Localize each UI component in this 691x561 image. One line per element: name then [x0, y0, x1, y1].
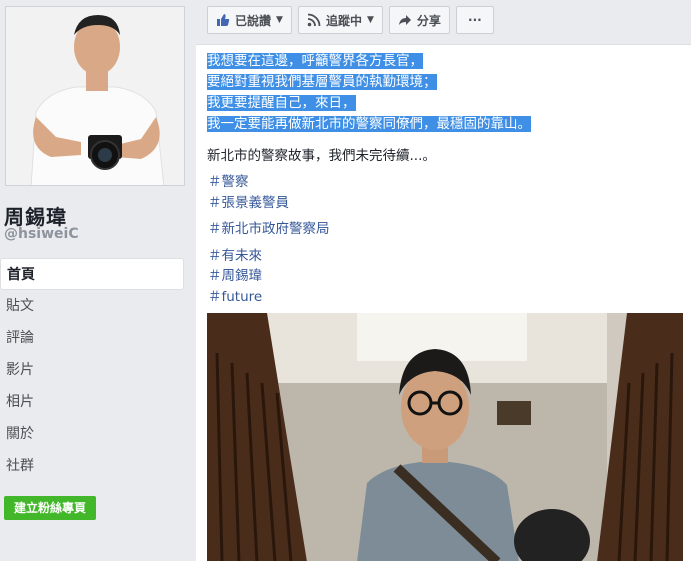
highlighted-line: 我想要在這邊，呼籲警界各方長官，: [207, 53, 423, 69]
hashtag-link[interactable]: ＃新北市政府警察局: [208, 217, 330, 237]
rss-icon: [307, 13, 321, 27]
post-paragraph: 新北市的警察故事，我們未完待續...。: [207, 148, 436, 164]
more-options-button[interactable]: ···: [455, 6, 494, 34]
create-page-button[interactable]: 建立粉絲專頁: [4, 496, 97, 520]
like-button[interactable]: 已說讚 ▼: [207, 6, 292, 34]
highlighted-line: 我更要提醒自己，來日，: [207, 95, 356, 111]
hashtag-link[interactable]: ＃周錫瑋: [208, 264, 262, 284]
post-card: 我想要在這邊，呼籲警界各方長官， 要絕對重視我們基層警員的執勤環境； 我更要提醒…: [196, 44, 691, 561]
hashtag-link[interactable]: ＃警察: [208, 170, 249, 190]
hashtag-link[interactable]: ＃有未來: [208, 244, 262, 264]
nav-item-home[interactable]: 首頁: [0, 258, 184, 290]
nav-item-posts[interactable]: 貼文: [0, 290, 184, 322]
page-action-bar: 已說讚 ▼ 追蹤中 ▼ 分享 ···: [207, 6, 494, 34]
highlighted-line: 要絕對重視我們基層警員的執勤環境；: [207, 74, 437, 90]
page-nav: 首頁 貼文 評論 影片 相片 關於 社群: [0, 258, 184, 482]
highlighted-line: 我一定要能再做新北市的警察同僚們，最穩固的靠山。: [207, 116, 531, 132]
follow-button-label: 追蹤中: [325, 13, 362, 28]
thumbs-up-icon: [216, 13, 230, 27]
nav-item-community[interactable]: 社群: [0, 450, 184, 482]
chevron-down-icon: ▼: [366, 15, 374, 25]
nav-item-photos[interactable]: 相片: [0, 386, 184, 418]
nav-item-videos[interactable]: 影片: [0, 354, 184, 386]
hashtag-link[interactable]: ＃張景義警員: [208, 191, 289, 211]
share-button-label: 分享: [416, 13, 441, 28]
post-photo[interactable]: [207, 313, 683, 561]
nav-item-reviews[interactable]: 評論: [0, 322, 184, 354]
left-column: 周錫瑋 @hsiweiC 首頁 貼文 評論 影片 相片 關於 社群 建立粉絲專頁: [0, 0, 194, 561]
share-button[interactable]: 分享: [388, 6, 450, 34]
like-button-label: 已說讚: [235, 13, 272, 28]
share-arrow-icon: [398, 13, 412, 27]
page-handle[interactable]: @hsiweiC: [4, 226, 79, 242]
chevron-down-icon: ▼: [276, 15, 283, 25]
hashtag-link[interactable]: ＃future: [208, 285, 262, 305]
profile-avatar[interactable]: [5, 6, 185, 186]
follow-button[interactable]: 追蹤中 ▼: [297, 6, 383, 34]
highlighted-text[interactable]: 我想要在這邊，呼籲警界各方長官， 要絕對重視我們基層警員的執勤環境； 我更要提醒…: [207, 51, 531, 135]
nav-item-about[interactable]: 關於: [0, 418, 184, 450]
